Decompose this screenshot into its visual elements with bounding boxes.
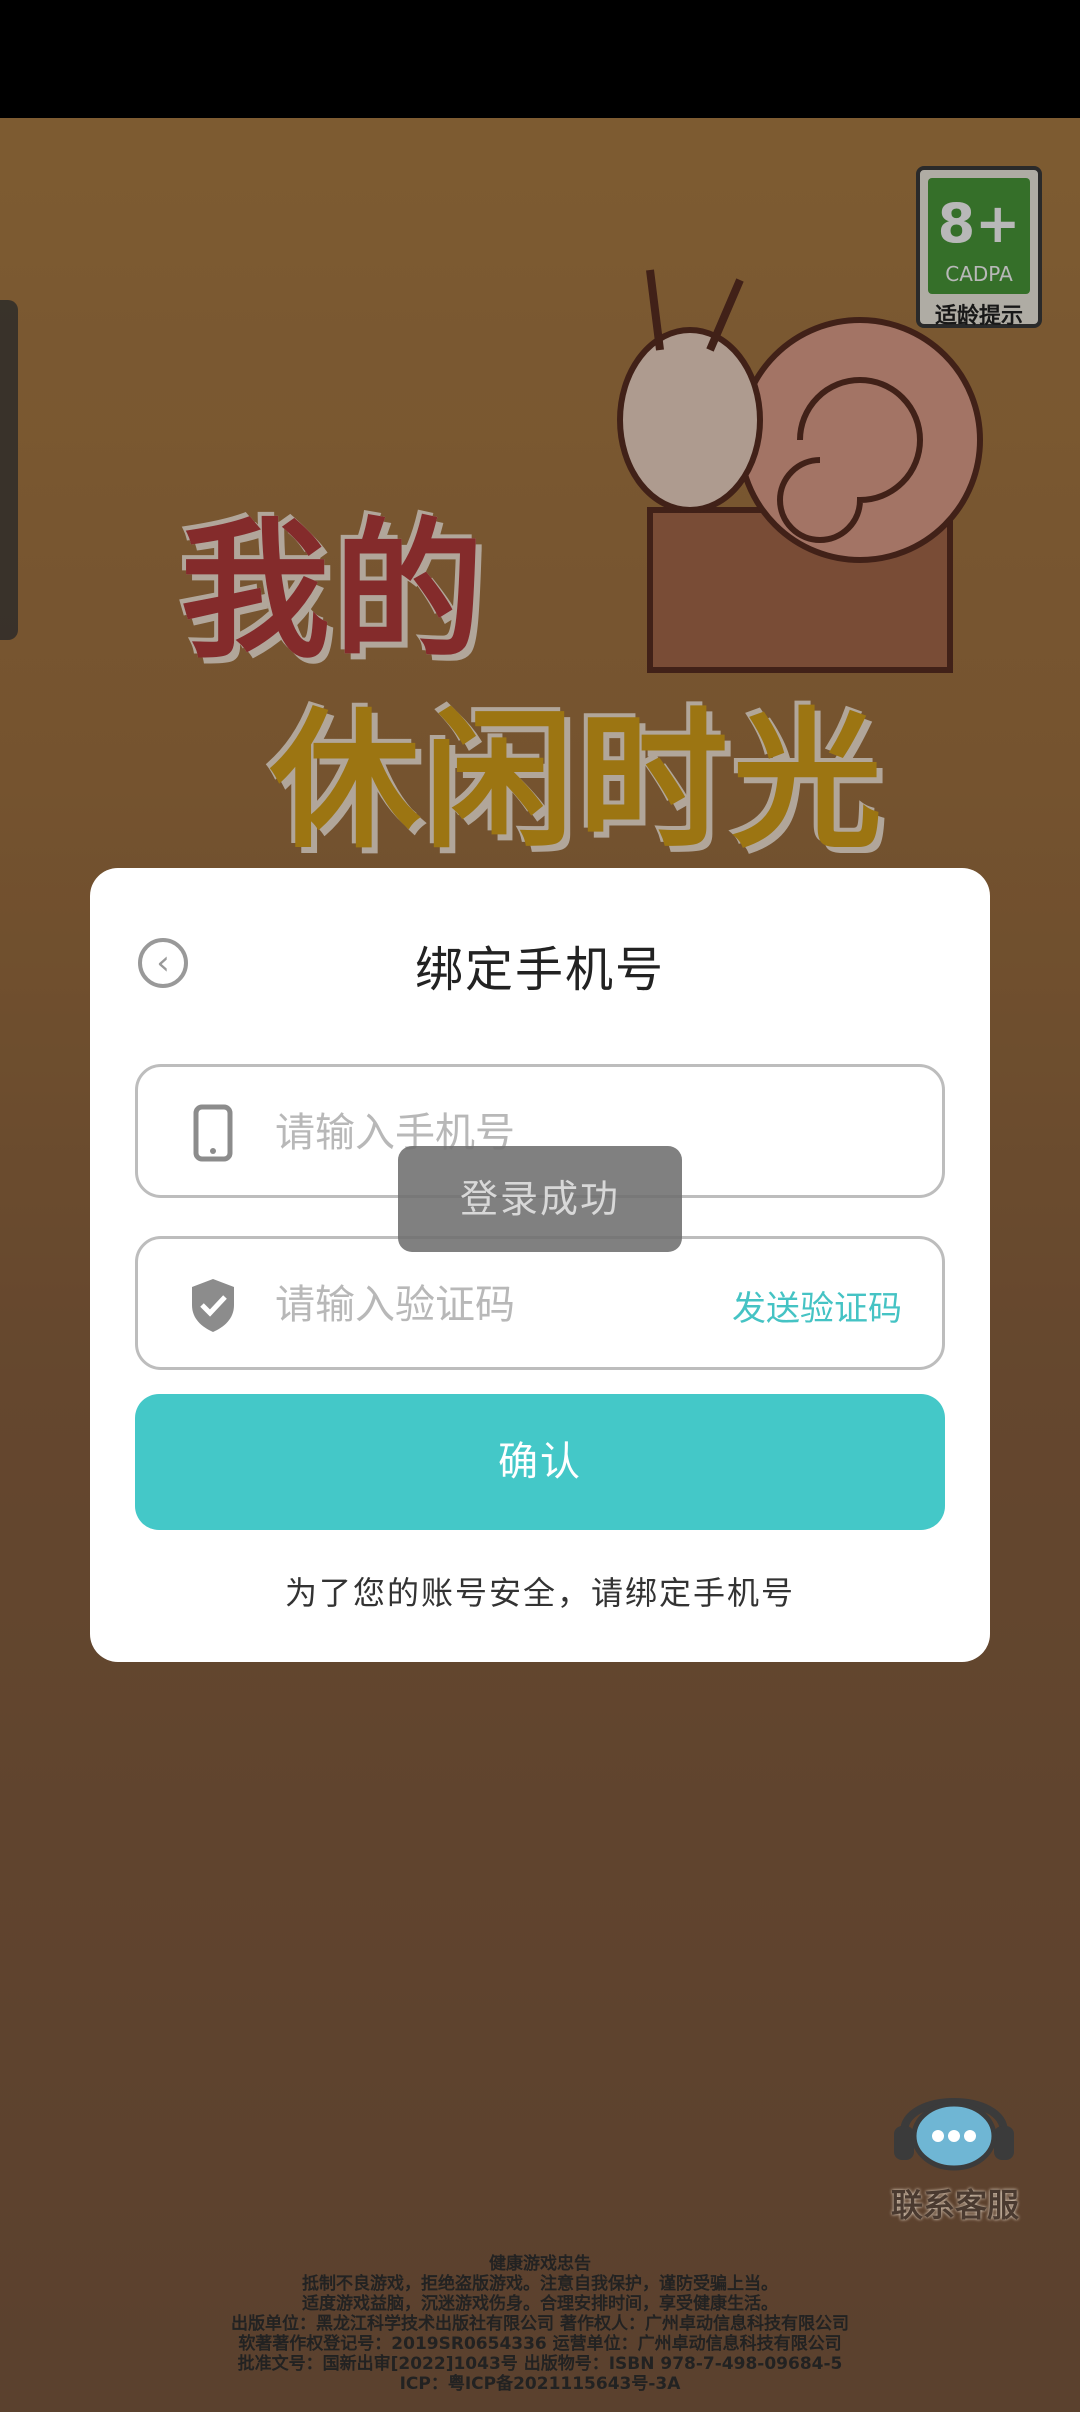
shield-check-icon bbox=[192, 1279, 234, 1332]
dialog-title: 绑定手机号 bbox=[414, 942, 665, 998]
contact-support-button[interactable]: 联系客服 bbox=[880, 2060, 1030, 2230]
security-hint: 为了您的账号安全，请绑定手机号 bbox=[284, 1574, 795, 1612]
headset-chat-icon bbox=[894, 2098, 1014, 2171]
footer-line: 抵制不良游戏，拒绝盗版游戏。注意自我保护，谨防受骗上当。 bbox=[302, 2274, 778, 2294]
footer-line: 出版单位：黑龙江科学技术出版社有限公司 著作权人：广州卓动信息科技有限公司 bbox=[231, 2314, 849, 2334]
footer-line: 适度游戏益脑，沉迷游戏伤身。合理安排时间，享受健康生活。 bbox=[302, 2294, 778, 2314]
bind-phone-dialog: ‹ 绑定手机号 发送验证码 确认 为了您的账号安全，请绑定手机号 bbox=[90, 868, 990, 1662]
confirm-button[interactable]: 确认 bbox=[135, 1394, 945, 1530]
footer-line: 批准文号：国新出审[2022]1043号 出版物号：ISBN 978-7-498… bbox=[237, 2354, 843, 2374]
phone-icon bbox=[193, 1104, 233, 1162]
footer-line: 健康游戏忠告 bbox=[489, 2254, 591, 2274]
health-notice-footer: 健康游戏忠告 抵制不良游戏，拒绝盗版游戏。注意自我保护，谨防受骗上当。 适度游戏… bbox=[0, 2254, 1080, 2394]
toast-message: 登录成功 bbox=[398, 1146, 682, 1252]
status-bar bbox=[0, 0, 1080, 118]
footer-line: ICP：粤ICP备2021115643号-3A bbox=[399, 2374, 681, 2394]
contact-support-label: 联系客服 bbox=[890, 2186, 1019, 2224]
code-field[interactable]: 发送验证码 bbox=[135, 1236, 945, 1370]
send-code-button[interactable]: 发送验证码 bbox=[732, 1281, 902, 1330]
footer-line: 软著著作权登记号：2019SR0654336 运营单位：广州卓动信息科技有限公司 bbox=[238, 2334, 842, 2354]
code-input[interactable] bbox=[273, 1269, 697, 1341]
